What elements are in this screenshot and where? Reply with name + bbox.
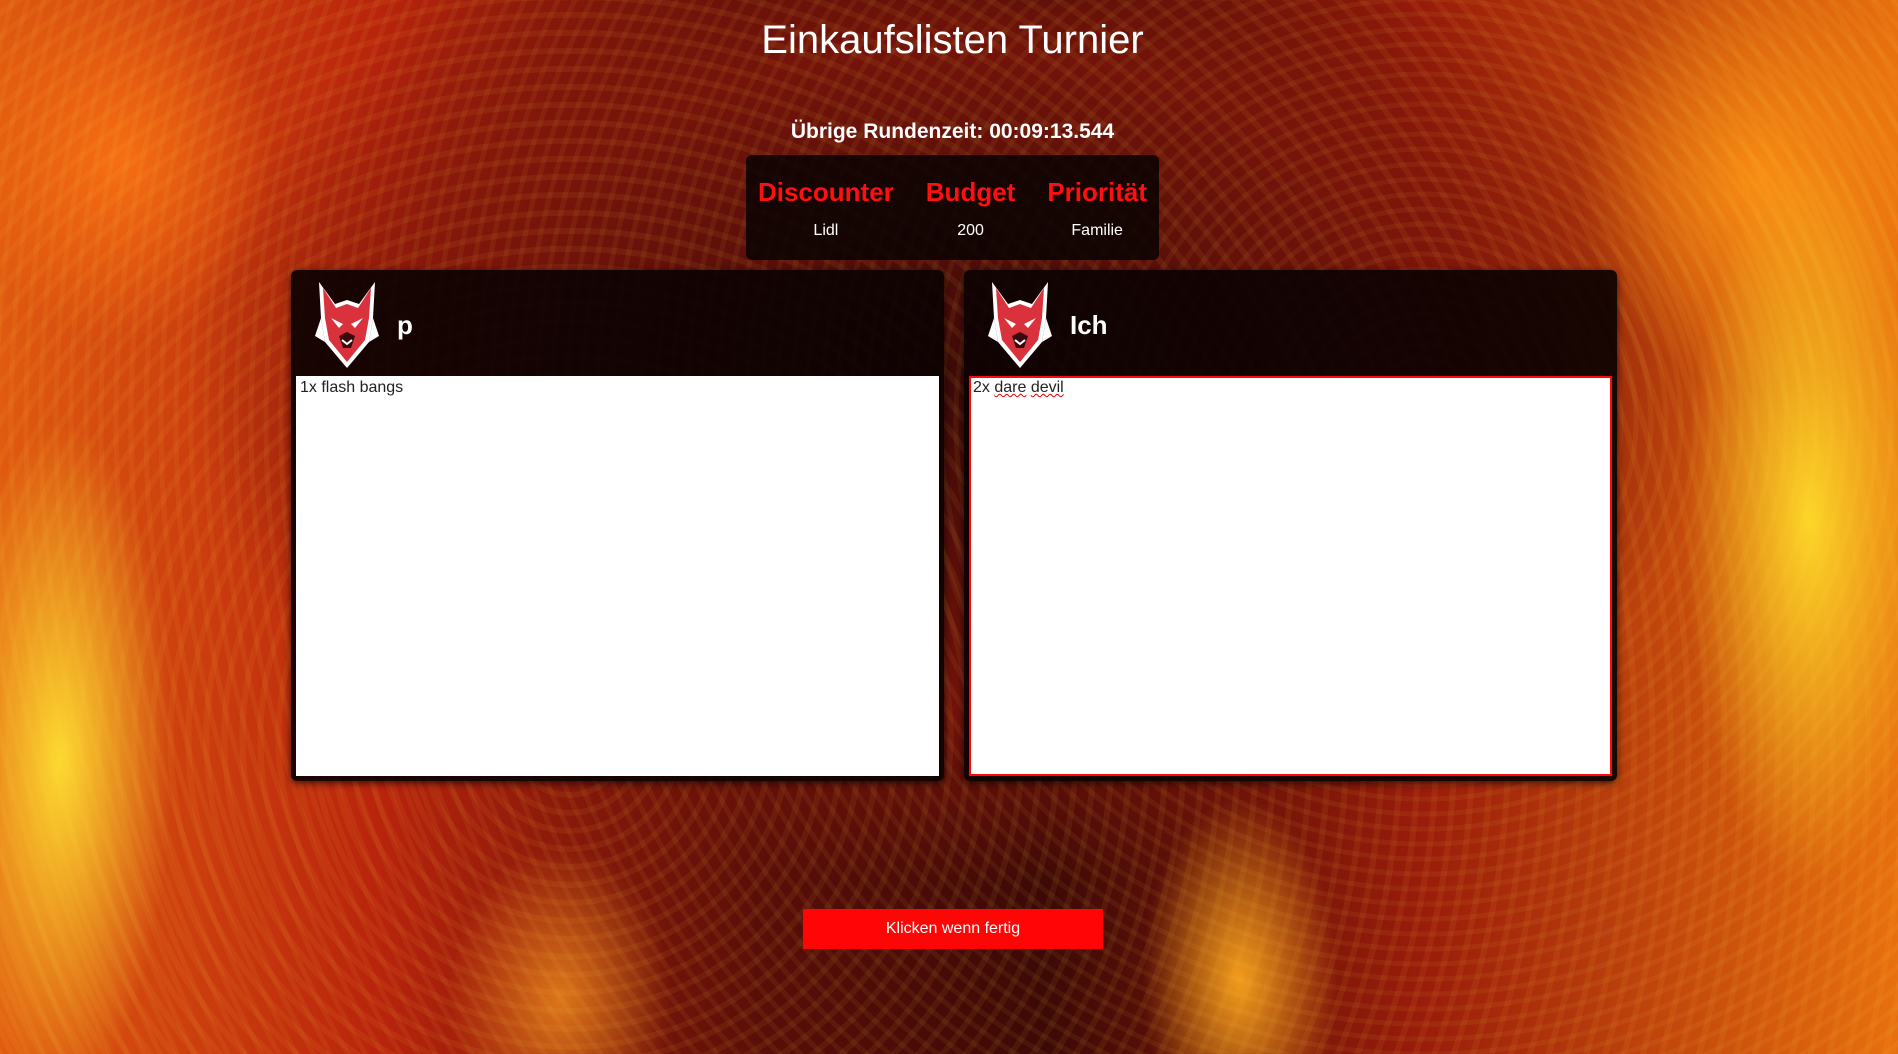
page-title: Einkaufslisten Turnier xyxy=(761,18,1144,62)
wolf-mascot-icon xyxy=(988,282,1052,368)
priority-info: Priorität Familie xyxy=(1047,177,1147,260)
shopping-list-input[interactable]: 2x dare devil xyxy=(969,376,1612,776)
discounter-label: Discounter xyxy=(757,177,894,207)
list-text-prefix: 2x xyxy=(973,379,995,396)
budget-label: Budget xyxy=(925,177,1016,207)
discounter-value: Lidl xyxy=(813,222,839,239)
budget-info: Budget 200 xyxy=(926,177,1016,260)
player-panel-self: Ich 2x dare devil xyxy=(964,270,1617,781)
list-text-word: devil xyxy=(1030,379,1064,396)
wolf-mascot-icon xyxy=(315,282,379,368)
player-header: Ich xyxy=(964,270,1617,374)
discounter-info: Discounter Lidl xyxy=(758,177,894,260)
round-timer: Übrige Rundenzeit: 00:09:13.544 xyxy=(790,120,1115,143)
priority-value: Familie xyxy=(1071,222,1123,239)
shopping-list-readonly: 1x flash bangs xyxy=(296,376,939,776)
game-info-box: Discounter Lidl Budget 200 Priorität Fam… xyxy=(746,155,1159,260)
priority-label: Priorität xyxy=(1047,177,1148,207)
done-button[interactable]: Klicken wenn fertig xyxy=(803,909,1103,949)
player-name: p xyxy=(397,310,413,340)
budget-value: 200 xyxy=(957,222,984,239)
player-name: Ich xyxy=(1070,310,1108,340)
list-text: 1x flash bangs xyxy=(300,379,404,396)
player-header: p xyxy=(291,270,944,374)
list-text-word: dare xyxy=(994,379,1027,396)
player-panel-opponent: p 1x flash bangs xyxy=(291,270,944,781)
